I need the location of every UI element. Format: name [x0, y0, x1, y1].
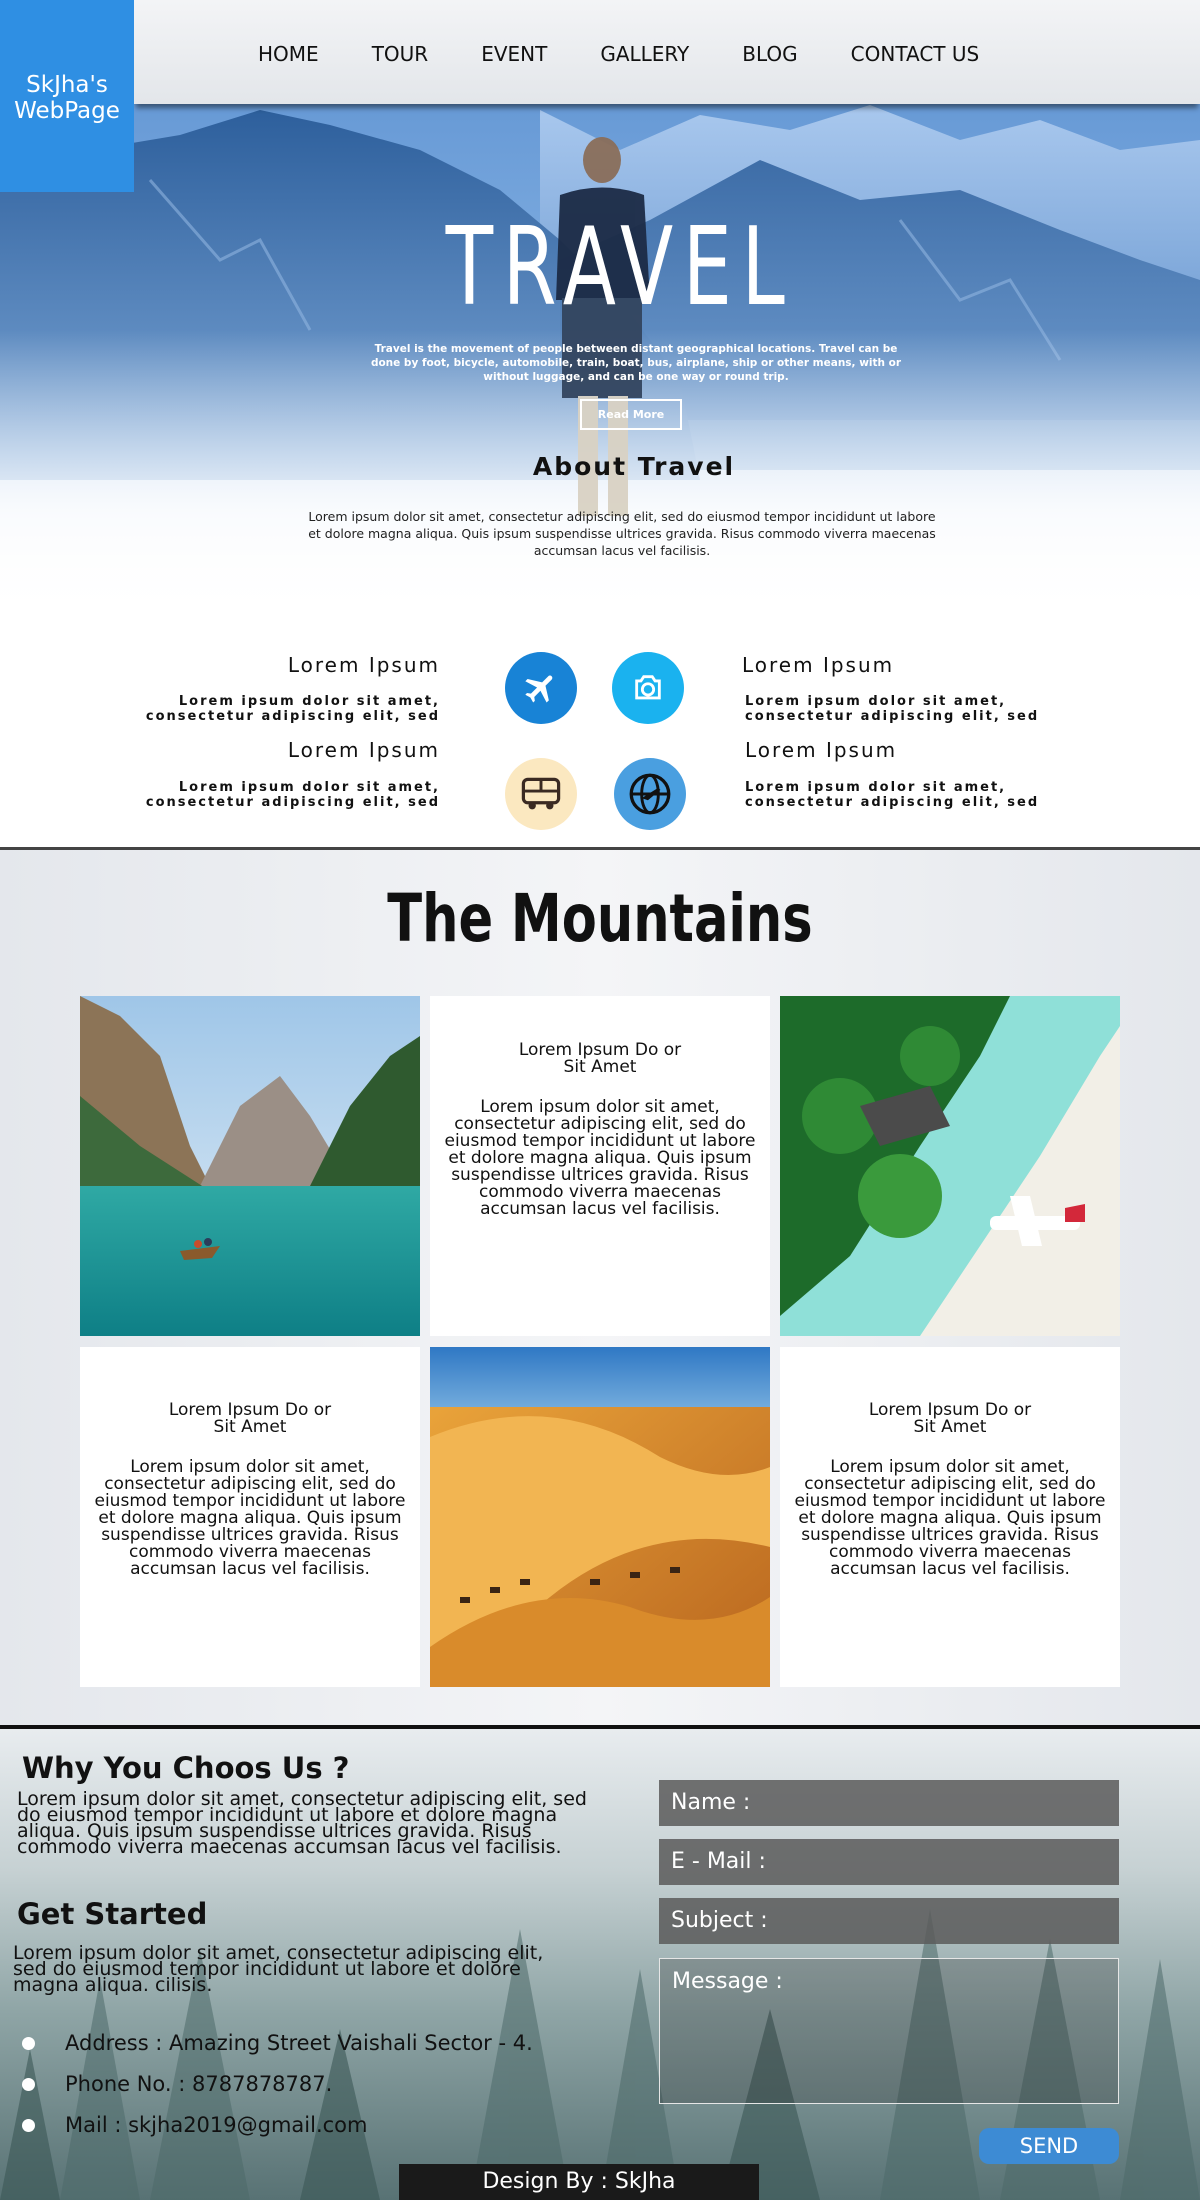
- bullet-icon: [22, 2036, 35, 2050]
- airplane-icon: [505, 652, 577, 724]
- design-credit: Design By : SkJha: [399, 2164, 759, 2200]
- name-field[interactable]: Name :: [659, 1780, 1119, 1826]
- card-text: Lorem ipsum dolor sit amet, consectetur …: [444, 1097, 756, 1219]
- mail-text: Mail : skjha2019@gmail.com: [65, 2113, 368, 2137]
- mountains-section: The Mountains Lorem Ipsum Do or Sit Amet…: [0, 850, 1200, 1728]
- nav-contact-us[interactable]: CONTACT US: [851, 42, 980, 66]
- about-title: About Travel: [532, 452, 736, 481]
- card-heading-line-2: Sit Amet: [563, 1057, 637, 1077]
- tropical-beach-photo: [780, 996, 1120, 1336]
- feature-text-3: Lorem ipsum dolor sit amet, consectetur …: [145, 780, 440, 810]
- send-button[interactable]: SEND: [979, 2128, 1119, 2164]
- main-nav: HOME TOUR EVENT GALLERY BLOG CONTACT US: [134, 0, 1200, 104]
- hero-description: Travel is the movement of people between…: [370, 343, 902, 383]
- card-text: Lorem ipsum dolor sit amet, consectetur …: [94, 1457, 406, 1579]
- logo-line-2: WebPage: [14, 98, 120, 124]
- lake-boat-photo: [80, 996, 420, 1336]
- nav-event[interactable]: EVENT: [481, 42, 547, 66]
- hero-title: TRAVEL: [445, 205, 795, 330]
- logo-line-1: SkJha's: [26, 72, 108, 98]
- hero-section: TRAVEL Travel is the movement of people …: [0, 0, 1200, 850]
- get-started-text: Lorem ipsum dolor sit amet, consectetur …: [13, 1942, 544, 1996]
- bullet-icon: [22, 2077, 35, 2091]
- feature-title-1: Lorem Ipsum: [287, 653, 440, 677]
- get-started-title: Get Started: [17, 1897, 208, 1931]
- nav-gallery[interactable]: GALLERY: [600, 42, 689, 66]
- message-field[interactable]: Message :: [659, 1958, 1119, 2104]
- card-text: Lorem ipsum dolor sit amet, consectetur …: [794, 1457, 1106, 1579]
- feature-text-4: Lorem ipsum dolor sit amet, consectetur …: [745, 780, 1040, 810]
- email-field[interactable]: E - Mail :: [659, 1839, 1119, 1885]
- why-choose-title: Why You Choos Us ?: [22, 1751, 350, 1785]
- why-choose-text: Lorem ipsum dolor sit amet, consectetur …: [17, 1788, 587, 1858]
- card-heading-line-2: Sit Amet: [213, 1417, 287, 1437]
- phone-item: Phone No. : 8787878787.: [22, 2072, 332, 2096]
- nav-blog[interactable]: BLOG: [742, 42, 797, 66]
- feature-title-3: Lorem Ipsum: [287, 738, 440, 762]
- nav-home[interactable]: HOME: [258, 42, 319, 66]
- bullet-icon: [22, 2118, 35, 2132]
- mail-item: Mail : skjha2019@gmail.com: [22, 2113, 368, 2137]
- address-text: Address : Amazing Street Vaishali Sector…: [65, 2031, 533, 2055]
- feature-text-2: Lorem ipsum dolor sit amet, consectetur …: [745, 694, 1040, 724]
- camera-icon: [612, 652, 684, 724]
- feature-title-2: Lorem Ipsum: [742, 653, 895, 677]
- feature-title-4: Lorem Ipsum: [745, 738, 898, 762]
- about-text: Lorem ipsum dolor sit amet, consectetur …: [308, 509, 936, 558]
- read-more-button[interactable]: Read More: [580, 399, 682, 430]
- card-heading-line-2: Sit Amet: [913, 1417, 987, 1437]
- bus-icon: [505, 758, 577, 830]
- address-item: Address : Amazing Street Vaishali Sector…: [22, 2031, 533, 2055]
- info-card-2: Lorem Ipsum Do or Sit Amet Lorem ipsum d…: [80, 1347, 420, 1687]
- info-card-3: Lorem Ipsum Do or Sit Amet Lorem ipsum d…: [780, 1347, 1120, 1687]
- mountains-title: The Mountains: [387, 880, 813, 957]
- desert-caravan-photo: [430, 1347, 770, 1687]
- feature-text-1: Lorem ipsum dolor sit amet, consectetur …: [145, 694, 440, 724]
- nav-tour[interactable]: TOUR: [372, 42, 429, 66]
- info-card-1: Lorem Ipsum Do or Sit Amet Lorem ipsum d…: [430, 996, 770, 1336]
- site-logo[interactable]: SkJha's WebPage: [0, 0, 134, 192]
- subject-field[interactable]: Subject :: [659, 1898, 1119, 1944]
- globe-icon: [614, 758, 686, 830]
- phone-text: Phone No. : 8787878787.: [65, 2072, 333, 2096]
